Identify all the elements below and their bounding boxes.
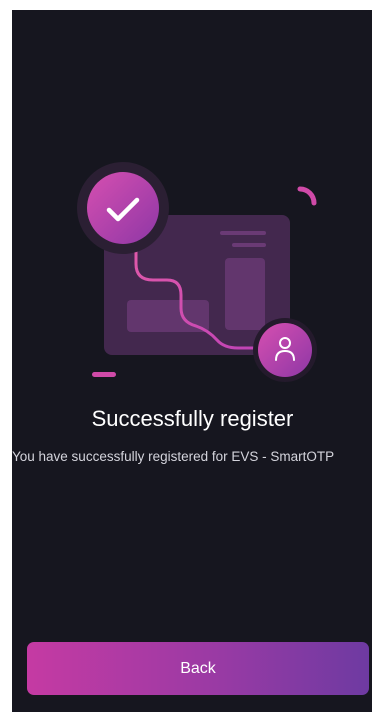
page-title: Successfully register [91, 406, 294, 431]
check-circle [87, 172, 159, 244]
decorative-arc [297, 186, 317, 206]
success-illustration [77, 162, 317, 382]
panel-line [220, 231, 266, 235]
back-button[interactable]: Back [27, 642, 369, 695]
success-screen: Successfully register You have successfu… [12, 10, 372, 712]
decorative-dash [92, 372, 116, 377]
panel-column [225, 258, 265, 330]
panel-line [232, 243, 266, 247]
success-description: You have successfully registered for EVS… [12, 449, 335, 464]
